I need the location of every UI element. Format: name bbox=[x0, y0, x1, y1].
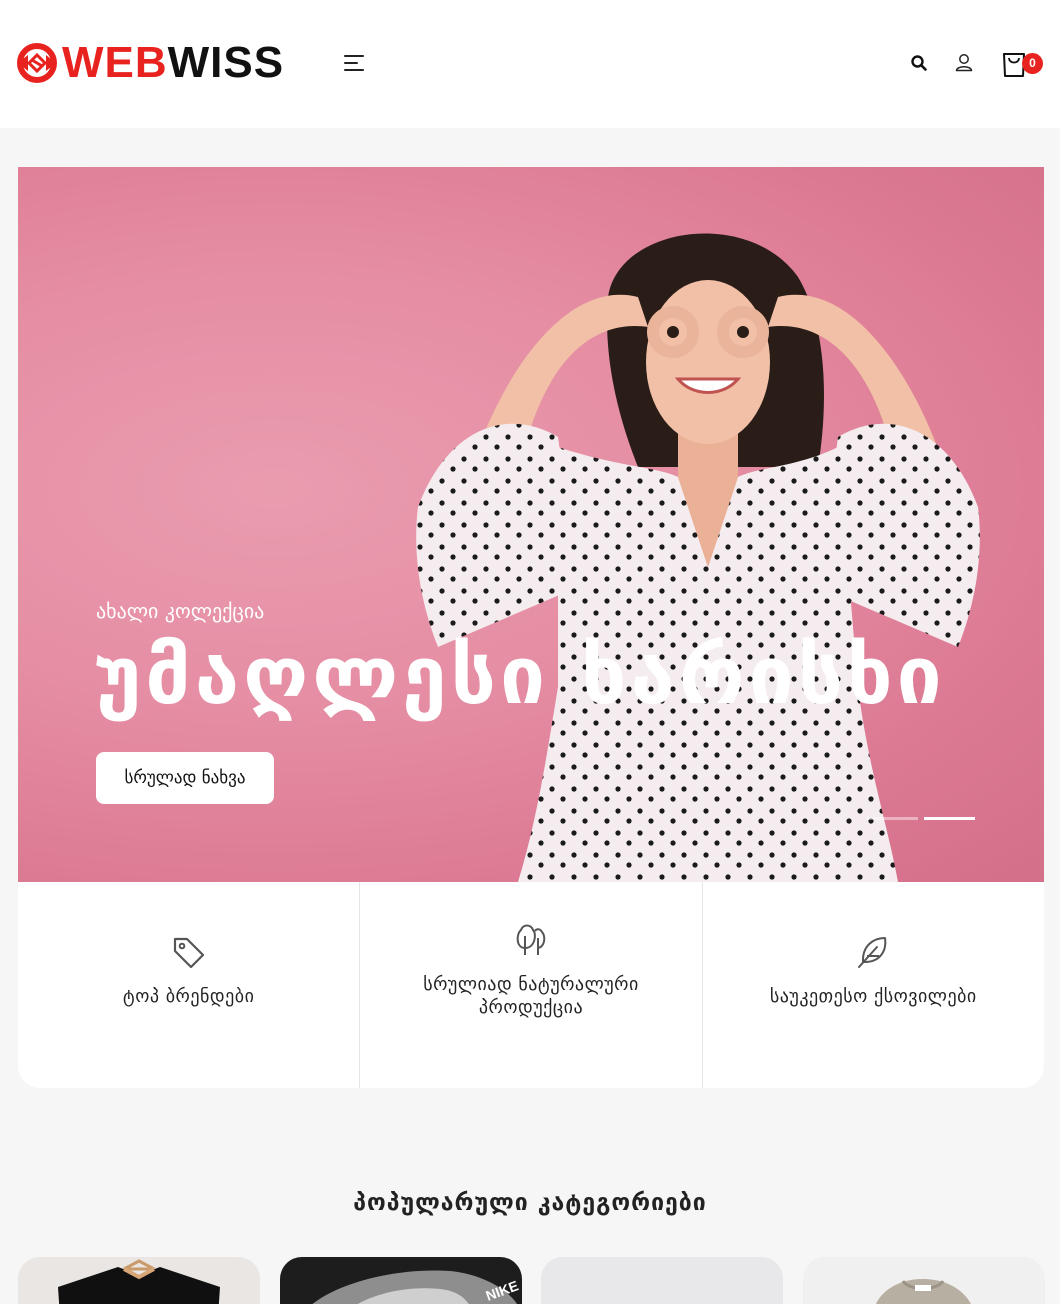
cart-count-badge: 0 bbox=[1022, 53, 1043, 74]
category-card-3[interactable] bbox=[541, 1257, 783, 1304]
category-card-sweaters[interactable] bbox=[803, 1257, 1045, 1304]
search-button[interactable] bbox=[908, 52, 930, 74]
feature-top-brands: ტოპ ბრენდები bbox=[18, 882, 361, 1088]
user-icon bbox=[955, 54, 973, 72]
category-card-tshirts[interactable] bbox=[18, 1257, 260, 1304]
slider-dot-2[interactable] bbox=[924, 817, 975, 820]
hero-view-all-button[interactable]: სრულად ნახვა bbox=[96, 752, 274, 804]
slider-dot-1[interactable] bbox=[867, 817, 918, 820]
popular-categories-title: პოპულარული კატეგორიები bbox=[353, 1190, 707, 1216]
hero-slider: ახალი კოლექცია უმაღლესი ხარისხი სრულად ნ… bbox=[18, 167, 1044, 882]
feather-icon bbox=[858, 937, 887, 968]
feature-natural-products: სრულიად ნატურალური პროდუქცია bbox=[360, 882, 703, 1088]
sweater-image bbox=[875, 1279, 971, 1304]
feature-label: საუკეთესო ქსოვილები bbox=[769, 986, 977, 1007]
menu-toggle-button[interactable] bbox=[342, 52, 368, 74]
trees-icon bbox=[516, 924, 546, 955]
site-logo[interactable]: WEBWISS bbox=[16, 41, 284, 85]
site-header: WEBWISS 0 bbox=[0, 0, 1060, 128]
logo-emblem-icon bbox=[17, 43, 57, 83]
search-icon bbox=[911, 55, 927, 71]
sneaker-image: NIKE bbox=[312, 1270, 520, 1304]
features-strip: ტოპ ბრენდები სრულიად ნატურალური პროდუქცი… bbox=[18, 882, 1044, 1088]
category-card-sneakers[interactable]: NIKE bbox=[280, 1257, 522, 1304]
product-image bbox=[541, 1257, 783, 1304]
hero-title: უმაღლესი ხარისხი bbox=[94, 629, 946, 722]
logo-wordmark: WEBWISS bbox=[62, 41, 284, 85]
account-button[interactable] bbox=[953, 51, 975, 75]
feature-best-fabrics: საუკეთესო ქსოვილები bbox=[703, 882, 1044, 1088]
feature-label: სრულიად ნატურალური პროდუქცია bbox=[423, 974, 639, 1018]
logo-word-wiss: WISS bbox=[167, 38, 285, 87]
feature-label: ტოპ ბრენდები bbox=[122, 986, 255, 1007]
hero-kicker: ახალი კოლექცია bbox=[96, 599, 265, 623]
tag-icon bbox=[173, 937, 204, 969]
slider-pagination bbox=[867, 817, 975, 820]
logo-word-web: WEB bbox=[62, 38, 168, 87]
hamburger-menu-icon bbox=[344, 55, 364, 71]
cart-button[interactable]: 0 bbox=[999, 46, 1045, 80]
tshirt-on-hanger-image bbox=[58, 1259, 220, 1304]
